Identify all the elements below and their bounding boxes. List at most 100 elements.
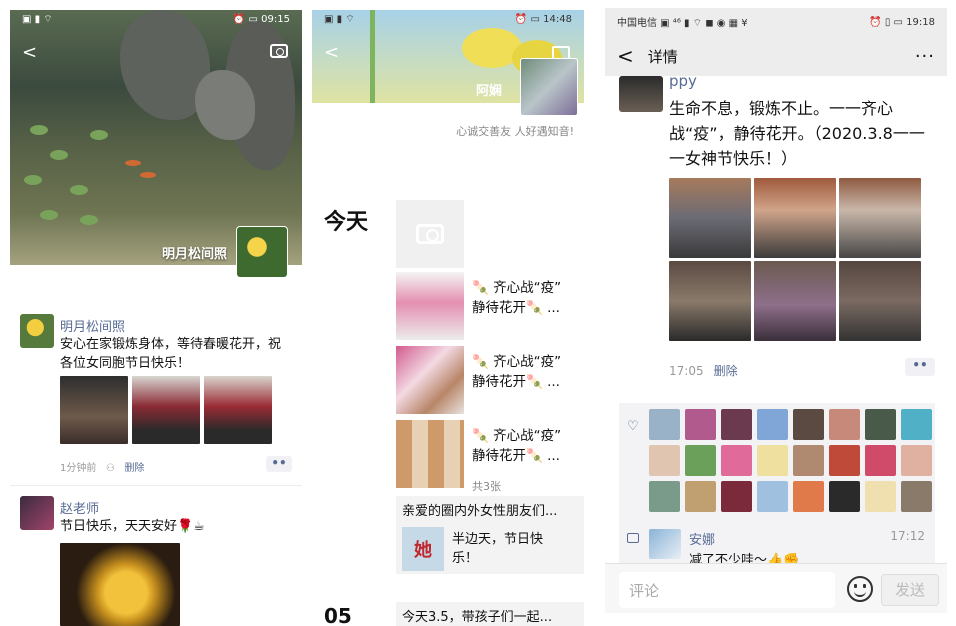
avatar[interactable] — [20, 496, 54, 530]
moments-panel-2: ▣ ▮ ⌔ ⏰ ▭ 14:48 < 阿娴 心诚交善友 人好遇知音! 今天 🍡 齐… — [312, 0, 584, 626]
shared-article[interactable]: 今天3.5，带孩子们一起... — [396, 602, 584, 626]
post-photo[interactable] — [204, 376, 272, 444]
comment-icon — [627, 533, 639, 543]
moment-detail-panel: 中国电信 ▣ ⁴⁶ ▮ ⌔ ◼ ◉ ▦ ¥ ⏰ ▯ ▭ 19:18 < 详情 ·… — [605, 0, 947, 626]
feed-item[interactable]: 🍡 齐心战“疫” 静待花开🍡 ... — [396, 346, 574, 416]
like-avatar[interactable] — [685, 481, 716, 512]
like-avatar[interactable] — [829, 445, 860, 476]
cover-avatar[interactable] — [236, 226, 288, 278]
comment-time: 17:12 — [890, 529, 925, 543]
more-actions-button[interactable]: •• — [266, 456, 292, 472]
more-actions-button[interactable]: •• — [905, 358, 935, 376]
send-button[interactable]: 发送 — [881, 574, 939, 606]
like-avatar[interactable] — [721, 481, 752, 512]
share-thumbnail: 她 — [402, 527, 444, 571]
post-time: 17:05 — [669, 364, 704, 378]
page-title: 详情 — [647, 47, 678, 66]
like-avatar[interactable] — [649, 409, 680, 440]
koi-fish — [125, 160, 141, 166]
like-avatar[interactable] — [685, 409, 716, 440]
post-photo[interactable] — [669, 178, 751, 258]
post-author[interactable]: 明月松间照 — [60, 316, 125, 335]
post-photo[interactable] — [754, 178, 836, 258]
lily-pad — [30, 125, 48, 135]
cover-username: 明月松间照 — [161, 247, 227, 262]
like-avatar[interactable] — [865, 481, 896, 512]
back-button[interactable]: < — [617, 44, 634, 68]
back-icon[interactable]: < — [22, 42, 37, 63]
post-photo[interactable] — [839, 178, 921, 258]
comment-input[interactable]: 评论 — [619, 572, 835, 608]
share-content: 她 半边天，节日快乐！ — [402, 527, 578, 571]
avatar[interactable] — [619, 76, 663, 112]
lily-pad — [40, 210, 58, 220]
avatar[interactable] — [20, 314, 54, 348]
feed-text-line: 🍡 齐心战“疫” — [472, 428, 562, 444]
like-avatar[interactable] — [757, 445, 788, 476]
post-new-button[interactable] — [396, 200, 464, 268]
like-avatar[interactable] — [793, 445, 824, 476]
status-bar: ▣ ▮ ⌔ ⏰ ▭ 14:48 — [312, 10, 584, 28]
like-avatar[interactable] — [793, 409, 824, 440]
like-avatar[interactable] — [829, 409, 860, 440]
feed-text-line: 🍡 齐心战“疫” — [472, 354, 562, 370]
post-author[interactable]: ppy — [669, 72, 697, 90]
post-photo[interactable] — [132, 376, 200, 444]
like-avatar[interactable] — [685, 445, 716, 476]
status-left: 中国电信 ▣ ⁴⁶ ▮ ⌔ ◼ ◉ ▦ ¥ — [617, 18, 748, 29]
like-avatar[interactable] — [901, 409, 932, 440]
like-avatar[interactable] — [757, 481, 788, 512]
avatar[interactable] — [649, 529, 681, 559]
like-avatar[interactable] — [793, 481, 824, 512]
date-label: 今天 — [324, 210, 369, 235]
feed-thumbnail — [396, 346, 464, 414]
feed-text-line: 静待花开🍡 ... — [472, 448, 560, 464]
status-right: ⏰ ▭ 09:15 — [232, 13, 290, 25]
like-avatar[interactable] — [901, 481, 932, 512]
more-menu-button[interactable]: ··· — [915, 46, 935, 67]
post-photo[interactable] — [60, 376, 128, 444]
camera-icon[interactable] — [270, 44, 288, 58]
post-photo[interactable] — [839, 261, 921, 341]
rock-shape — [195, 70, 255, 140]
share-title: 今天3.5，带孩子们一起... — [402, 610, 553, 625]
lily-pad — [90, 130, 108, 140]
shared-article[interactable]: 亲爱的圈内外女性朋友们... 她 半边天，节日快乐！ — [396, 496, 584, 574]
like-avatar[interactable] — [721, 409, 752, 440]
cover-avatar[interactable] — [520, 58, 578, 116]
emoji-icon[interactable] — [847, 576, 873, 602]
back-icon[interactable]: < — [324, 42, 339, 63]
post-author[interactable]: 赵老师 — [60, 498, 99, 517]
like-avatar[interactable] — [757, 409, 788, 440]
feed-item[interactable]: 🍡 齐心战“疫” 静待花开🍡 ... — [396, 272, 574, 342]
feed-thumbnail — [396, 272, 464, 340]
lily-pad — [24, 175, 42, 185]
like-avatar[interactable] — [649, 481, 680, 512]
feed-text: 🍡 齐心战“疫” 静待花开🍡 ... — [472, 352, 561, 392]
comment-author[interactable]: 安娜 — [689, 529, 715, 548]
delete-link[interactable]: 删除 — [714, 364, 738, 378]
like-avatar[interactable] — [865, 409, 896, 440]
likes-and-comments: ♡ 安娜 17:12 减了不少哇～👍✊ — [619, 403, 935, 563]
like-avatar[interactable] — [829, 481, 860, 512]
koi-fish — [140, 172, 156, 178]
feed-text: 🍡 齐心战“疫” 静待花开🍡 ... — [472, 426, 561, 466]
like-avatar[interactable] — [865, 445, 896, 476]
status-right: ⏰ ▭ 14:48 — [514, 13, 572, 25]
post-text: 节日快乐，天天安好🌹☕ — [60, 519, 205, 534]
share-title: 亲爱的圈内外女性朋友们... — [402, 504, 558, 519]
lily-pad — [50, 150, 68, 160]
feed-text-line: 🍡 齐心战“疫” — [472, 280, 562, 296]
divider — [10, 485, 302, 486]
like-avatar[interactable] — [901, 445, 932, 476]
post-photo[interactable] — [754, 261, 836, 341]
delete-link[interactable]: 删除 — [124, 463, 144, 474]
post-photo[interactable] — [669, 261, 751, 341]
post-meta: 1分钟前 ⚇ 删除 — [60, 459, 144, 474]
status-left: ▣ ▮ ⌔ — [324, 13, 355, 25]
group-icon: ⚇ — [105, 463, 115, 474]
post-photo[interactable] — [60, 543, 180, 626]
share-text: 半边天，节日快乐！ — [452, 532, 544, 566]
like-avatar[interactable] — [721, 445, 752, 476]
like-avatar[interactable] — [649, 445, 680, 476]
